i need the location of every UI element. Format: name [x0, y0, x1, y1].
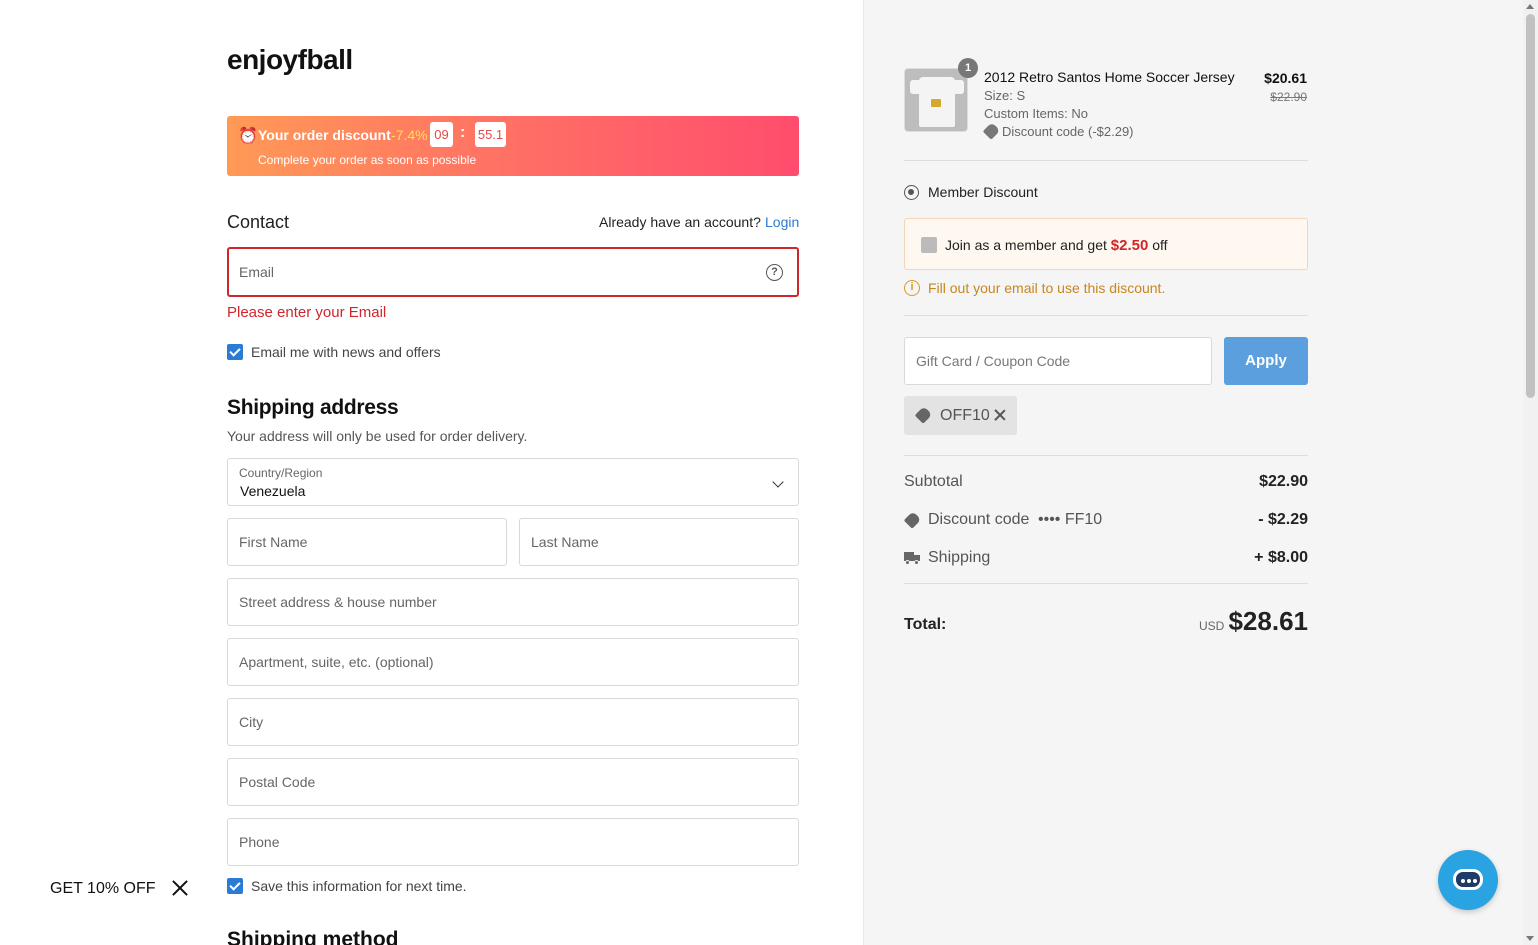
- postal-code-placeholder: Postal Code: [239, 774, 316, 790]
- subtotal-label: Subtotal: [904, 473, 963, 490]
- city-placeholder: City: [239, 714, 264, 730]
- applied-coupon-code: OFF10: [940, 407, 990, 424]
- timer-minutes: 09: [430, 122, 453, 147]
- discount-value: - $2.29: [1258, 511, 1308, 528]
- page-scrollbar[interactable]: [1523, 0, 1538, 945]
- member-badge-icon: [904, 185, 919, 200]
- street-address-placeholder: Street address & house number: [239, 594, 437, 610]
- country-label: Country/Region: [239, 466, 323, 480]
- member-join-checkbox[interactable]: [921, 237, 937, 253]
- checkout-form-panel: enjoyfball ⏰ Your order discount -7.4% 0…: [0, 0, 863, 945]
- product-price: $20.61: [1264, 70, 1307, 86]
- country-value: Venezuela: [240, 483, 306, 499]
- login-link[interactable]: Login: [765, 214, 799, 230]
- email-field[interactable]: Email ?: [227, 247, 799, 297]
- shipping-address-subtitle: Your address will only be used for order…: [227, 428, 528, 444]
- member-join-amount: $2.50: [1110, 237, 1149, 254]
- coupon-code-input[interactable]: Gift Card / Coupon Code: [904, 337, 1212, 385]
- promo-popup-label[interactable]: GET 10% OFF: [50, 880, 156, 898]
- product-discount: Discount code (-$2.29): [1002, 124, 1134, 139]
- member-join-box[interactable]: Join as a member and get $2.50 off: [904, 218, 1308, 270]
- city-field[interactable]: City: [227, 698, 799, 746]
- timer-seconds: 55.1: [475, 122, 506, 147]
- total-value: $28.61: [1228, 606, 1308, 636]
- account-prompt: Already have an account?: [599, 214, 761, 230]
- truck-icon: [904, 552, 920, 565]
- phone-placeholder: Phone: [239, 834, 280, 850]
- discount-code-masked: •••• FF10: [1038, 511, 1103, 528]
- member-discount-title: Member Discount: [928, 184, 1038, 200]
- shipping-address-heading: Shipping address: [227, 396, 399, 419]
- chat-button[interactable]: [1438, 850, 1498, 910]
- divider: [904, 160, 1308, 161]
- remove-coupon-icon[interactable]: [993, 408, 1007, 422]
- quantity-badge: 1: [958, 58, 978, 78]
- divider: [904, 455, 1308, 456]
- discount-percent: -7.4%: [391, 127, 428, 143]
- discount-banner-subtitle: Complete your order as soon as possible: [258, 153, 477, 167]
- divider: [904, 583, 1308, 584]
- member-hint: Fill out your email to use this discount…: [928, 280, 1166, 296]
- scrollbar-thumb[interactable]: [1526, 14, 1535, 398]
- street-address-field[interactable]: Street address & house number: [227, 578, 799, 626]
- save-info-label[interactable]: Save this information for next time.: [251, 878, 467, 894]
- product-thumbnail: [904, 68, 968, 132]
- chat-bubble-icon: [1453, 869, 1483, 890]
- last-name-field[interactable]: Last Name: [519, 518, 799, 566]
- member-join-text: Join as a member and get $2.50 off: [945, 237, 1168, 254]
- newsletter-checkbox[interactable]: [227, 344, 243, 360]
- scroll-up-icon[interactable]: [1526, 4, 1534, 9]
- product-name: 2012 Retro Santos Home Soccer Jersey: [984, 69, 1235, 85]
- chevron-down-icon: [772, 476, 784, 488]
- shipping-value: + $8.00: [1254, 549, 1308, 566]
- save-info-checkbox[interactable]: [227, 878, 243, 894]
- coupon-placeholder: Gift Card / Coupon Code: [916, 353, 1071, 369]
- country-select[interactable]: Country/Region Venezuela: [227, 458, 799, 506]
- postal-code-field[interactable]: Postal Code: [227, 758, 799, 806]
- help-icon[interactable]: ?: [766, 264, 783, 281]
- applied-coupon-chip: OFF10: [904, 396, 1017, 435]
- contact-heading: Contact: [227, 212, 290, 232]
- jersey-image: [910, 77, 964, 127]
- discount-banner-title: Your order discount: [258, 127, 391, 143]
- first-name-placeholder: First Name: [239, 534, 308, 550]
- apartment-placeholder: Apartment, suite, etc. (optional): [239, 654, 434, 670]
- apartment-field[interactable]: Apartment, suite, etc. (optional): [227, 638, 799, 686]
- phone-field[interactable]: Phone: [227, 818, 799, 866]
- last-name-placeholder: Last Name: [531, 534, 599, 550]
- product-original-price: $22.90: [1270, 90, 1307, 104]
- product-custom: Custom Items: No: [984, 106, 1089, 121]
- alarm-clock-icon: ⏰: [238, 128, 258, 145]
- scroll-down-icon[interactable]: [1526, 936, 1534, 941]
- info-icon: i: [904, 280, 920, 296]
- shipping-label: Shipping: [928, 549, 991, 566]
- product-size: Size: S: [984, 88, 1026, 103]
- subtotal-value: $22.90: [1259, 473, 1308, 490]
- total-label: Total:: [904, 616, 947, 633]
- divider: [904, 315, 1308, 316]
- order-discount-banner: ⏰ Your order discount -7.4% 09 : 55.1 Co…: [227, 116, 799, 176]
- timer-separator: :: [460, 124, 466, 141]
- first-name-field[interactable]: First Name: [227, 518, 507, 566]
- email-placeholder: Email: [239, 264, 275, 280]
- close-icon[interactable]: [170, 878, 190, 898]
- tag-icon: [914, 406, 933, 424]
- total-currency: USD: [1199, 619, 1225, 633]
- store-logo[interactable]: enjoyfball: [227, 44, 353, 76]
- newsletter-label[interactable]: Email me with news and offers: [251, 344, 441, 360]
- email-error-message: Please enter your Email: [227, 304, 387, 321]
- discount-code-label: Discount code: [928, 511, 1030, 528]
- apply-button[interactable]: Apply: [1224, 337, 1308, 385]
- shipping-method-heading: Shipping method: [227, 928, 399, 945]
